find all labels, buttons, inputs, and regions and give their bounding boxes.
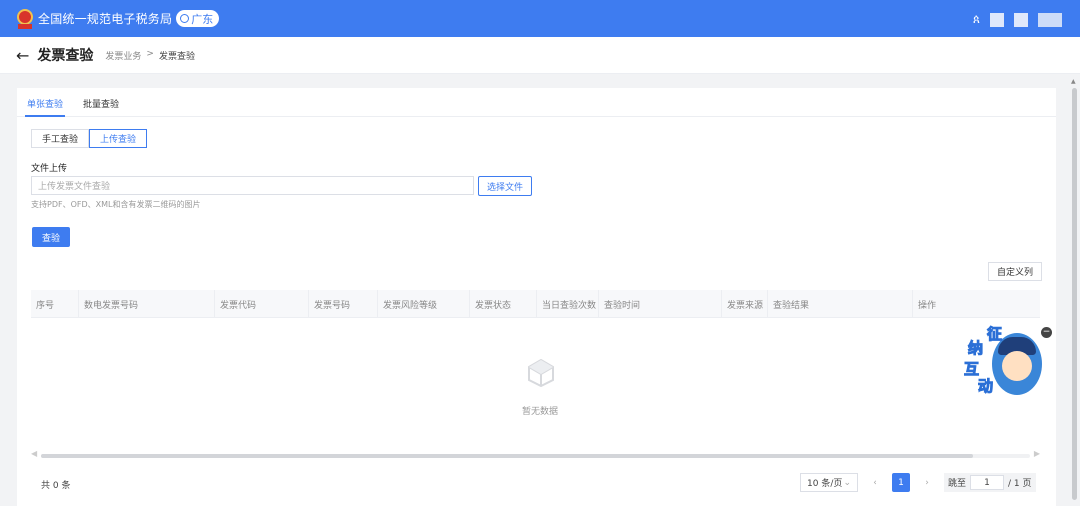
top-header: 全国统一规范电子税务局 广东 ጰ: [0, 0, 1080, 37]
scroll-up-icon[interactable]: ▲: [1071, 78, 1076, 85]
page-jump: 跳至 1 / 1 页: [944, 473, 1036, 492]
tab-batch-check[interactable]: 批量查验: [83, 88, 119, 116]
chevron-down-icon: ⌄: [843, 477, 851, 488]
vertical-scrollbar[interactable]: ▲: [1071, 78, 1078, 506]
interactive-mascot-widget[interactable]: 征 纳 互 动: [962, 323, 1042, 399]
breadcrumb-bar: ← 发票查验 发票业务 > 发票查验: [0, 37, 1080, 74]
breadcrumb: 发票业务 > 发票查验: [105, 49, 195, 62]
location-pin-icon: [180, 14, 190, 23]
tax-emblem-logo: [16, 8, 34, 30]
prev-page-icon[interactable]: ‹: [866, 478, 884, 488]
scroll-right-icon[interactable]: ▶: [1034, 449, 1040, 458]
tab-single-check[interactable]: 单张查验: [24, 88, 66, 117]
tab-bar: 单张查验 批量查验: [17, 88, 1056, 117]
mascot-char: 征: [986, 325, 1003, 344]
mode-switch: 手工查验 上传查验: [31, 129, 148, 148]
column-header-risk-level: 发票风险等级: [378, 290, 470, 318]
column-header-source: 发票来源: [722, 290, 768, 318]
jump-page-input[interactable]: 1: [970, 475, 1005, 490]
app-title: 全国统一规范电子税务局: [38, 12, 173, 26]
empty-box-icon: [528, 358, 554, 390]
page-size-select[interactable]: 10 条/页 ⌄: [800, 473, 858, 492]
column-header-invoice-code: 发票代码: [215, 290, 309, 318]
scroll-thumb[interactable]: [41, 454, 973, 458]
region-badge[interactable]: 广东: [176, 10, 220, 27]
redacted-block: [1014, 12, 1028, 27]
mascot-char: 动: [977, 377, 994, 396]
mascot-close-icon[interactable]: −: [1041, 327, 1052, 338]
column-header-actions: 操作: [918, 300, 937, 311]
page-size-label: 10 条/页: [807, 479, 843, 489]
total-count: 共 0 条: [41, 481, 71, 491]
manual-check-button[interactable]: 手工查验: [31, 129, 90, 148]
page-title: 发票查验: [37, 48, 94, 64]
region-label: 广东: [191, 12, 214, 26]
redacted-block: [990, 12, 1004, 27]
table-header: 序号 数电发票号码 发票代码 发票号码 发票风险等级 发票状态 当日查验次数 查…: [31, 290, 1040, 318]
column-header-invoice-number: 发票号码: [309, 290, 378, 318]
upload-label: 文件上传: [31, 164, 68, 174]
horizontal-scrollbar[interactable]: ◀ ▶: [31, 448, 1040, 462]
column-header-check-time: 查验时间: [599, 290, 722, 318]
column-header-daily-check-count: 当日查验次数: [537, 290, 599, 318]
custom-columns-button[interactable]: 自定义列: [988, 262, 1043, 281]
pagination: 10 条/页 ⌄ ‹ 1 › 跳至 1 / 1 页: [800, 473, 1036, 492]
scroll-left-icon[interactable]: ◀: [31, 449, 37, 458]
column-header-index: 序号: [31, 290, 79, 318]
check-button[interactable]: 查验: [32, 227, 71, 247]
user-icon[interactable]: ጰ: [973, 12, 980, 27]
column-header-digital-invoice-number: 数电发票号码: [79, 290, 215, 318]
total-pages: / 1 页: [1008, 479, 1032, 489]
column-header-check-result: 查验结果: [768, 290, 913, 318]
breadcrumb-item-current: 发票查验: [158, 51, 195, 62]
back-arrow-icon[interactable]: ←: [16, 46, 29, 65]
breadcrumb-separator: >: [146, 48, 154, 59]
breadcrumb-item[interactable]: 发票业务: [105, 49, 141, 62]
upload-file-input[interactable]: 上传发票文件查验: [31, 176, 474, 195]
user-area[interactable]: ጰ: [973, 12, 1062, 27]
next-page-icon[interactable]: ›: [918, 478, 936, 488]
mascot-char: 互: [963, 360, 980, 379]
choose-file-button[interactable]: 选择文件: [478, 176, 533, 196]
page-number-current[interactable]: 1: [892, 473, 910, 492]
empty-state-text: 暂无数据: [522, 407, 559, 417]
scroll-thumb[interactable]: [1072, 88, 1077, 500]
redacted-block: [1038, 12, 1062, 27]
mascot-face: [1002, 351, 1032, 381]
column-header-status: 发票状态: [470, 290, 537, 318]
mascot-char: 纳: [967, 339, 984, 358]
jump-label: 跳至: [948, 479, 967, 489]
upload-hint: 支持PDF、OFD、XML和含有发票二维码的图片: [31, 200, 201, 209]
main-card: 单张查验 批量查验 手工查验 上传查验 文件上传 上传发票文件查验 选择文件 支…: [17, 88, 1056, 506]
upload-check-button[interactable]: 上传查验: [89, 129, 148, 148]
